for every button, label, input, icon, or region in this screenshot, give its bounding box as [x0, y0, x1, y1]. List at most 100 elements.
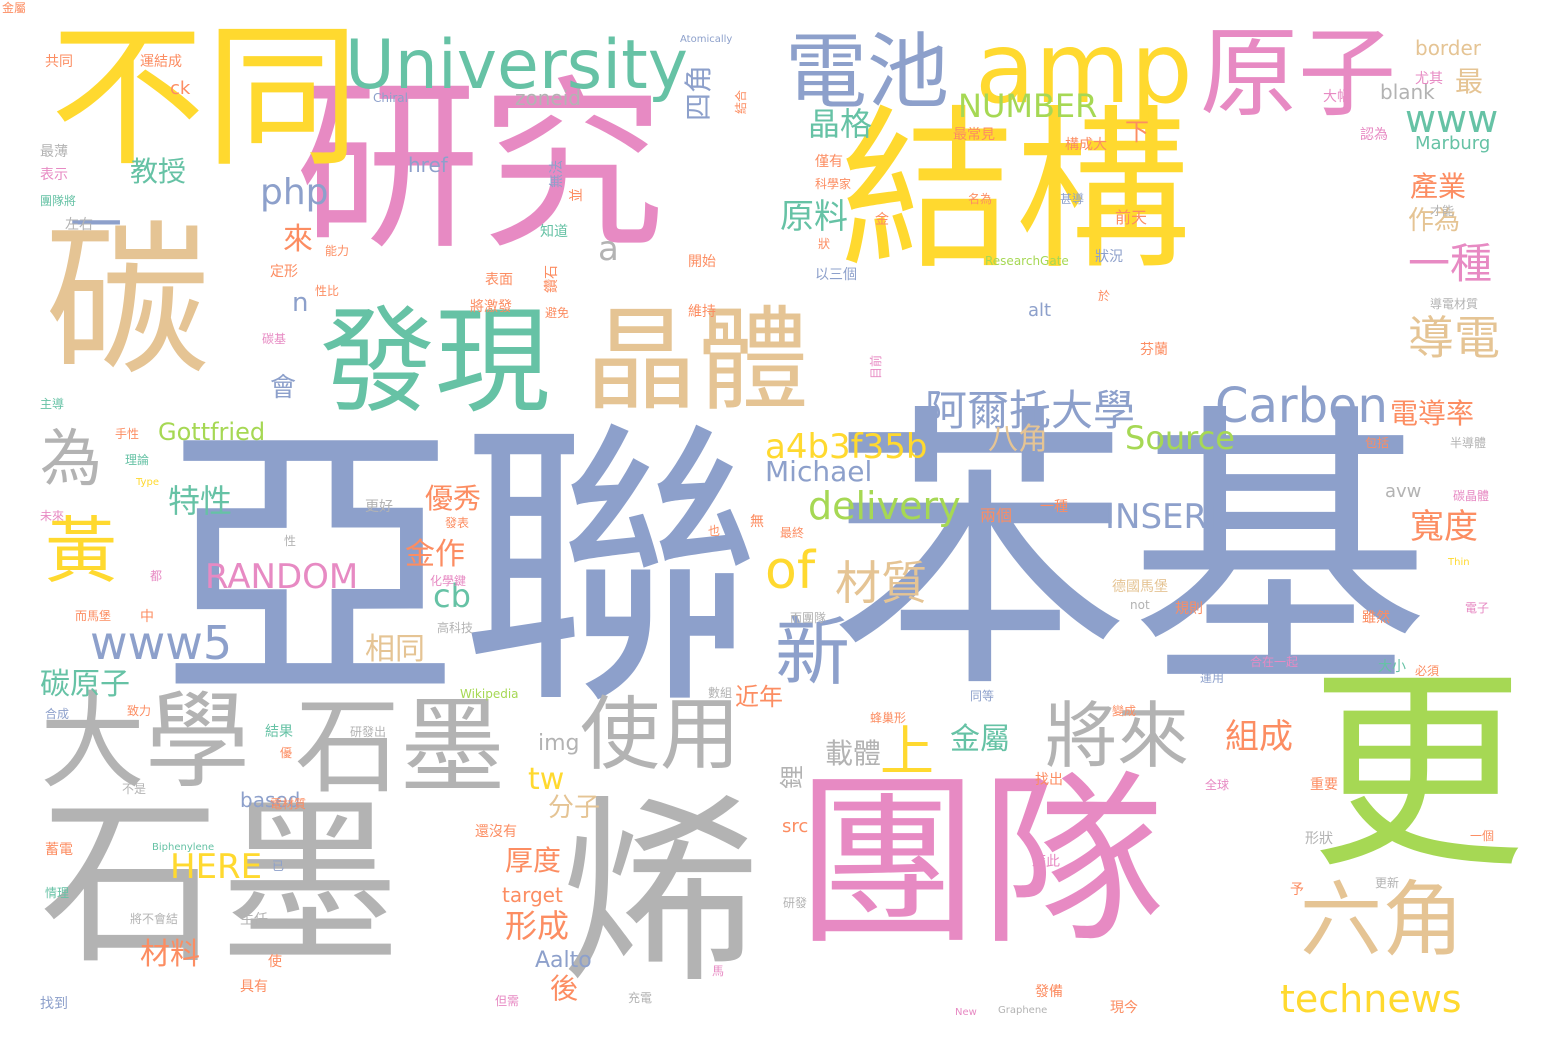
- cloud-word: 名為: [968, 192, 993, 206]
- cloud-word: 認為: [1360, 127, 1388, 143]
- cloud-word: 特性: [168, 482, 233, 520]
- cloud-word: 以三個: [815, 267, 857, 283]
- cloud-word: php: [260, 172, 329, 213]
- cloud-word: 金: [875, 212, 889, 228]
- cloud-word: 最終: [780, 526, 805, 540]
- cloud-word: Marburg: [1415, 133, 1491, 154]
- cloud-word: 手性: [115, 427, 140, 441]
- cloud-word: 但需: [495, 994, 520, 1008]
- cloud-word: 大小: [1378, 659, 1406, 675]
- cloud-word: 找到: [40, 996, 68, 1012]
- cloud-word: 無: [750, 514, 764, 530]
- cloud-word: 並: [569, 188, 585, 202]
- cloud-word: 也: [708, 524, 721, 538]
- cloud-word: 都: [150, 569, 163, 583]
- cloud-word: target: [502, 883, 563, 907]
- cloud-word: border: [1415, 36, 1482, 60]
- cloud-word: 構成大: [1065, 137, 1107, 153]
- cloud-word: 寬度: [1410, 507, 1478, 547]
- cloud-word: 僅有: [815, 154, 843, 170]
- cloud-word: 雖然: [1362, 610, 1390, 626]
- cloud-word: 上: [880, 720, 934, 783]
- cloud-word: 材料: [140, 937, 200, 972]
- cloud-word: 運結成: [140, 54, 182, 70]
- cloud-word: Gottfried: [158, 418, 266, 446]
- cloud-word: 能力: [325, 244, 350, 258]
- cloud-word: 金屬: [950, 722, 1010, 757]
- cloud-word: 狀況: [1095, 249, 1123, 265]
- cloud-word: HERE: [170, 847, 263, 887]
- cloud-word: 會: [270, 373, 297, 403]
- cloud-word: 更好: [365, 499, 393, 515]
- cloud-word: 大幅: [1323, 89, 1351, 105]
- cloud-word: Thin: [1448, 557, 1470, 568]
- cloud-word: 包括: [1365, 436, 1390, 450]
- cloud-word: 合在一起: [1250, 655, 1299, 669]
- cloud-word: 不同: [50, 7, 360, 188]
- cloud-word: Wikipedia: [460, 687, 519, 701]
- cloud-word: 產業: [1410, 170, 1467, 203]
- cloud-word: 避免: [545, 306, 570, 320]
- cloud-word: 馬: [712, 964, 725, 978]
- cloud-word: 碳晶體: [1453, 489, 1490, 503]
- cloud-word: a: [598, 229, 619, 269]
- cloud-word: 找出: [1035, 772, 1063, 788]
- cloud-word: 黃: [45, 509, 118, 593]
- cloud-word: technews: [1280, 977, 1462, 1021]
- cloud-word: INSERT: [1105, 497, 1226, 537]
- cloud-word: 於: [1098, 289, 1111, 303]
- word-cloud: 亞聯 苯基 研究 結構 團隊 石墨烯碳更不同 發現 晶體 amp 原子 University 電池 大學…: [0, 0, 1548, 1052]
- cloud-word: 變成: [1112, 704, 1137, 718]
- cloud-word: 合成: [45, 707, 70, 721]
- cloud-word: 無法: [549, 160, 565, 188]
- cloud-word: 一種: [1408, 239, 1493, 288]
- cloud-word: of: [765, 541, 816, 601]
- cloud-word: 現今: [1110, 1000, 1138, 1016]
- cloud-word: 原子: [1200, 17, 1397, 131]
- cloud-word: 不是: [122, 782, 147, 796]
- cloud-word: Source: [1125, 419, 1235, 457]
- cloud-word: 知道: [540, 224, 568, 240]
- cloud-word: 藉此: [1032, 854, 1060, 870]
- cloud-word: 致力: [127, 704, 152, 718]
- cloud-word: 研發: [783, 896, 808, 910]
- cloud-word: RANDOM: [205, 557, 359, 597]
- cloud-word: 形狀: [1305, 831, 1333, 847]
- cloud-word: 優: [280, 746, 293, 760]
- cloud-word: 發表: [445, 516, 470, 530]
- cloud-word: 分子: [548, 793, 601, 823]
- cloud-word: 更: [1310, 647, 1525, 898]
- cloud-word: 性比: [315, 284, 340, 298]
- cloud-word: 開始: [688, 254, 716, 270]
- cloud-word: 發現: [320, 295, 551, 429]
- cloud-word: 厚度: [505, 844, 562, 877]
- cloud-word: 德國馬堡: [1112, 579, 1168, 595]
- cloud-word: 相同: [365, 632, 425, 667]
- cloud-word: 理論: [125, 453, 150, 467]
- cloud-word: 晶體: [585, 296, 809, 426]
- cloud-word: 而馬堡: [75, 609, 112, 623]
- cloud-word: avw: [1385, 481, 1422, 502]
- cloud-word: 數組: [708, 686, 733, 700]
- cloud-word: 碳原子: [40, 667, 130, 702]
- cloud-word: zoneid: [515, 86, 581, 110]
- cloud-word: tw: [528, 762, 565, 797]
- cloud-word: 科學家: [815, 177, 852, 191]
- cloud-word: 必須: [1415, 664, 1440, 678]
- cloud-word: 甚導: [1060, 192, 1085, 206]
- cloud-word: 教授: [130, 155, 187, 188]
- cloud-word: 性: [284, 534, 297, 548]
- cloud-word: 中: [140, 609, 154, 625]
- cloud-word: 使用: [580, 688, 740, 781]
- cloud-word: 導電: [1408, 311, 1500, 365]
- cloud-word: 充電: [628, 991, 653, 1005]
- cloud-word: 規則: [1175, 601, 1203, 617]
- cloud-word: 才能: [1430, 204, 1455, 218]
- cloud-word: 晶格: [808, 105, 873, 143]
- cloud-word: 發備: [1035, 984, 1063, 1000]
- cloud-word: 研發出: [350, 725, 387, 739]
- cloud-word: 一種: [1040, 499, 1068, 515]
- cloud-word: 全球: [1205, 778, 1230, 792]
- cloud-word: 結果: [265, 724, 293, 740]
- cloud-word: 維持: [688, 304, 716, 320]
